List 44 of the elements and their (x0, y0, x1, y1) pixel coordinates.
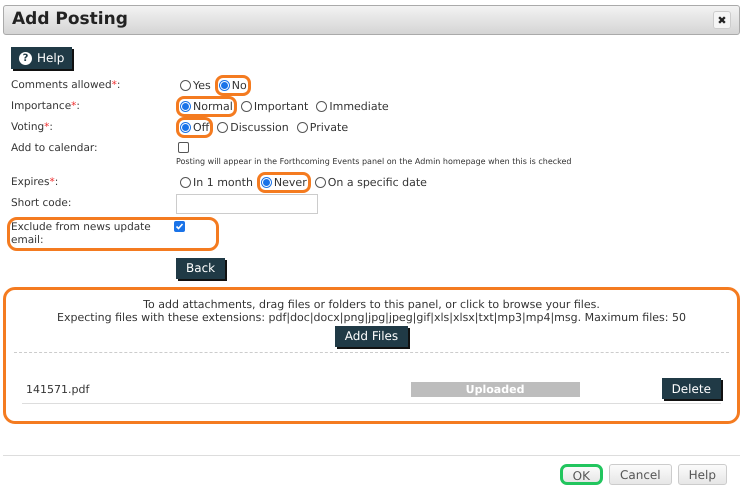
dialog-button[interactable]: OK (560, 464, 603, 485)
close-button[interactable]: ✖ (713, 11, 731, 30)
dialog-button[interactable]: Cancel (608, 464, 672, 485)
help-note: Posting will appear in the Forthcoming Events panel on the Admin homepage when this is checked (176, 156, 572, 168)
label-colon: : (54, 176, 58, 188)
required-mark: * (71, 100, 76, 112)
field-label: Voting (11, 120, 44, 133)
upload-status: Uploaded (464, 382, 526, 398)
field-label: Add to calendar: (11, 142, 98, 154)
radio-option[interactable]: Yes (176, 75, 215, 96)
field-label: Importance (11, 100, 72, 112)
radio-option[interactable]: Important (236, 96, 312, 118)
upload-panel[interactable] (3, 287, 740, 424)
add-files-button[interactable]: Add Files (334, 326, 408, 348)
radio-option[interactable]: On a specific date (310, 172, 431, 194)
label-colon: : (76, 100, 80, 112)
radio-option[interactable]: Normal (176, 96, 237, 118)
radio-option[interactable]: Off (176, 117, 214, 138)
required-mark: * (112, 78, 117, 91)
radio-option[interactable]: Discussion (213, 117, 293, 138)
upload-extensions: Expecting files with these extensions: pdf|doc|docx|png|jpg|jpeg|gif|xls|xlsx|txt|mp3|mp4|msg. Maximum files: 50 (57, 311, 686, 324)
delete-button[interactable]: Delete (662, 378, 721, 400)
radio-option[interactable]: No (214, 75, 251, 96)
field-label: Comments allowed (11, 78, 112, 91)
help-icon: ? (19, 52, 32, 65)
file-name: 141571.pdf (25, 382, 90, 398)
input-field[interactable] (176, 194, 318, 214)
label-colon: : (49, 120, 53, 133)
dialog-title: Add Posting (12, 8, 128, 32)
required-mark: * (49, 176, 55, 188)
radio-option[interactable]: Private (292, 117, 352, 138)
help-button[interactable]: ? Help (11, 47, 72, 70)
field-label: Short code: (11, 196, 72, 209)
back-button[interactable]: Back (176, 258, 226, 279)
dialog-button[interactable]: Help (678, 464, 727, 485)
radio-option[interactable]: Immediate (312, 96, 393, 118)
field-label: Exclude from news update email: (11, 221, 151, 246)
field-label: Expires (11, 176, 50, 188)
required-mark: * (44, 120, 50, 133)
radio-option[interactable]: In 1 month (176, 172, 257, 194)
checkbox[interactable] (174, 221, 185, 232)
checkbox[interactable] (178, 142, 189, 154)
label-colon: : (116, 78, 120, 91)
upload-instructions: To add attachments, drag files or folders to this panel, or click to browse your files. (143, 298, 600, 312)
